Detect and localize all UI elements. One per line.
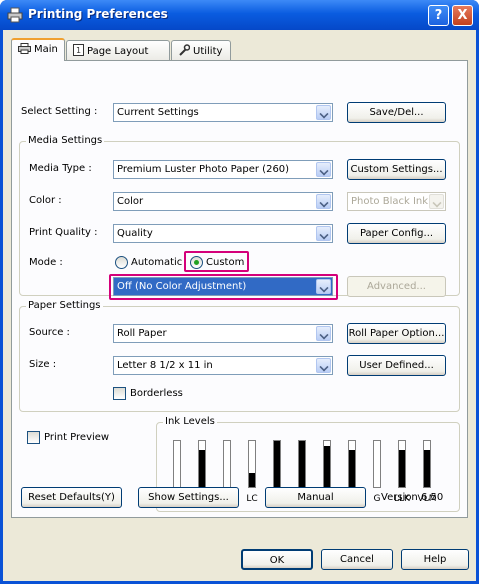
chevron-down-icon[interactable] [316,326,331,341]
print-quality-value: Quality [117,228,153,239]
tab-page-layout-label: Page Layout [87,46,149,57]
ink-bar-mk [273,440,281,488]
version-label: Version 6.50 [381,492,444,503]
chevron-down-icon [429,194,444,209]
advanced-button: Advanced... [347,276,446,297]
print-preview-label[interactable]: Print Preview [44,432,109,443]
media-settings-title: Media Settings [26,135,105,146]
window-title: Printing Preferences [28,7,168,21]
ink-fill-mk [274,441,280,487]
mode-custom-radio[interactable] [190,256,203,269]
ink-bar-vm [323,440,331,488]
ink-label-lc: LC [246,494,258,504]
save-del-button[interactable]: Save/Del... [347,102,446,123]
ok-button[interactable]: OK [241,549,313,570]
cancel-button[interactable]: Cancel [321,549,393,570]
black-ink-dropdown: Photo Black Ink [347,192,446,211]
select-setting-value: Current Settings [117,107,199,118]
tab-main[interactable]: Main [11,38,65,61]
chevron-down-icon[interactable] [316,194,331,209]
help-title-button[interactable]: ? [428,5,449,26]
roll-paper-option-button[interactable]: Roll Paper Option... [347,323,446,344]
page-icon: 1 [73,44,84,56]
ink-fill-vlm [424,450,430,487]
ink-fill-pk [299,441,305,487]
color-label: Color : [29,195,62,206]
custom-mode-dropdown[interactable]: Off (No Color Adjustment) [113,277,333,296]
mode-automatic-label[interactable]: Automatic [131,257,182,268]
ink-fill-lc [249,473,255,487]
printing-preferences-window: Printing Preferences ? X Main 1 Page Lay… [0,0,479,584]
ink-bar-vlm [423,440,431,488]
mode-automatic-radio[interactable] [115,256,128,269]
ink-bar-llk [398,440,406,488]
printer-icon [18,43,31,54]
ink-bar-lk [348,440,356,488]
ink-bar-g [373,440,381,488]
ink-bar-y [223,440,231,488]
borderless-label[interactable]: Borderless [130,388,183,399]
custom-settings-button[interactable]: Custom Settings... [347,159,446,180]
svg-text:1: 1 [76,46,81,55]
print-quality-dropdown[interactable]: Quality [113,224,333,243]
ink-fill-llk [399,450,405,487]
tab-utility[interactable]: Utility [171,40,231,60]
show-settings-button[interactable]: Show Settings... [138,487,239,508]
tab-utility-label: Utility [193,46,223,57]
chevron-down-icon[interactable] [316,279,331,294]
chevron-down-icon[interactable] [316,226,331,241]
tab-page-layout[interactable]: 1 Page Layout [66,40,170,60]
chevron-down-icon[interactable] [316,358,331,373]
printer-icon [7,7,23,23]
ink-bar-pk [298,440,306,488]
user-defined-button[interactable]: User Defined... [347,355,446,376]
main-tab-panel: Select Setting : Current Settings Save/D… [11,60,468,518]
print-preview-checkbox[interactable] [27,431,40,444]
paper-config-button[interactable]: Paper Config... [347,223,446,244]
tab-main-label: Main [34,44,58,55]
black-ink-value: Photo Black Ink [351,196,429,207]
close-title-button[interactable]: X [452,5,473,26]
chevron-down-icon[interactable] [316,162,331,177]
paper-settings-title: Paper Settings [26,300,103,311]
borderless-checkbox[interactable] [113,387,126,400]
title-bar[interactable]: Printing Preferences ? X [0,0,479,30]
size-dropdown[interactable]: Letter 8 1/2 x 11 in [113,356,333,375]
reset-defaults-button[interactable]: Reset Defaults(Y) [21,487,122,508]
ink-fill-lk [349,450,355,487]
media-type-value: Premium Luster Photo Paper (260) [117,164,290,175]
ink-fill-o [199,450,205,487]
dialog-client-area: Main 1 Page Layout Utility Select Settin… [3,30,476,581]
media-type-label: Media Type : [29,163,92,174]
chevron-down-icon[interactable] [316,105,331,120]
mode-label: Mode : [29,257,63,268]
color-value: Color [117,196,144,207]
manual-button[interactable]: Manual [265,487,366,508]
size-label: Size : [29,359,57,370]
color-dropdown[interactable]: Color [113,192,333,211]
source-label: Source : [29,327,70,338]
wrench-icon [179,44,191,56]
print-quality-label: Print Quality : [29,227,98,238]
source-value: Roll Paper [117,328,167,339]
ink-bar-o [198,440,206,488]
select-setting-label: Select Setting : [21,106,98,117]
size-value: Letter 8 1/2 x 11 in [117,360,213,371]
media-type-dropdown[interactable]: Premium Luster Photo Paper (260) [113,160,333,179]
ink-fill-vm [324,446,330,487]
ink-bar-c [173,440,181,488]
custom-mode-value: Off (No Color Adjustment) [117,281,247,292]
mode-custom-label[interactable]: Custom [206,257,244,268]
help-button[interactable]: Help [401,549,469,570]
select-setting-dropdown[interactable]: Current Settings [113,103,333,122]
source-dropdown[interactable]: Roll Paper [113,324,333,343]
ink-bar-lc [248,440,256,488]
